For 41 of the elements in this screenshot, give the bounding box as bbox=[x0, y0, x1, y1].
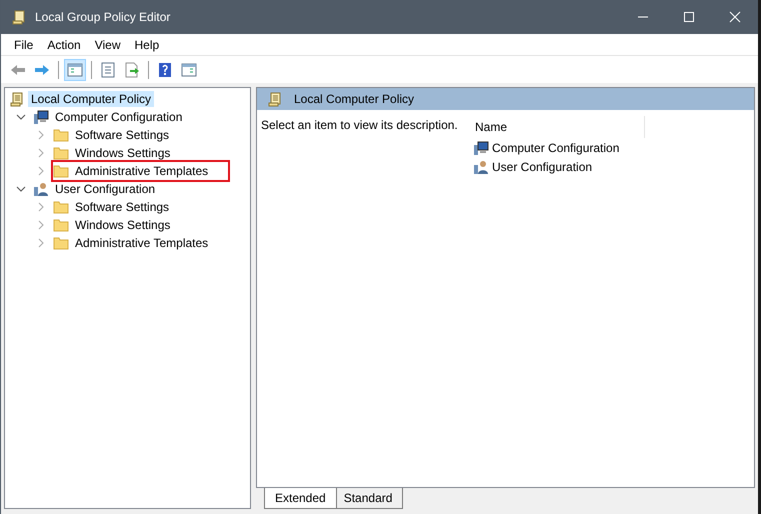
tree-item[interactable]: Administrative Templates bbox=[72, 163, 212, 179]
folder-icon bbox=[53, 145, 69, 161]
action-pane-icon bbox=[181, 62, 197, 78]
tree-item[interactable]: Software Settings bbox=[72, 127, 172, 143]
folder-icon bbox=[53, 163, 69, 179]
properties-icon bbox=[100, 62, 116, 78]
computer-icon bbox=[473, 140, 489, 156]
column-header[interactable]: Name bbox=[469, 116, 645, 138]
tree-pane-icon bbox=[67, 62, 83, 78]
computer-icon bbox=[33, 109, 49, 125]
tree-item[interactable]: Administrative Templates bbox=[72, 235, 212, 251]
user-icon bbox=[473, 158, 489, 174]
help-icon bbox=[157, 62, 173, 78]
tab[interactable]: Extended bbox=[264, 488, 337, 509]
description-text: Select an item to view its description. bbox=[260, 117, 459, 134]
tree-item[interactable]: Software Settings bbox=[72, 199, 172, 215]
menu-item[interactable]: View bbox=[88, 36, 128, 54]
menu-item[interactable]: Action bbox=[40, 36, 88, 54]
menu-item[interactable]: File bbox=[7, 36, 40, 54]
show-tree-button[interactable] bbox=[64, 58, 86, 80]
window-title: Local Group Policy Editor bbox=[35, 9, 170, 26]
scroll-icon bbox=[11, 9, 27, 25]
tree-item[interactable]: Windows Settings bbox=[72, 217, 174, 233]
scroll-icon bbox=[9, 91, 25, 107]
menu-item[interactable]: Help bbox=[128, 36, 166, 54]
tree-item[interactable]: Local Computer Policy bbox=[28, 91, 154, 107]
tree-item[interactable]: User Configuration bbox=[52, 181, 158, 197]
user-icon bbox=[33, 181, 49, 197]
folder-icon bbox=[53, 217, 69, 233]
tree-item[interactable]: Computer Configuration bbox=[52, 109, 186, 125]
export-icon bbox=[124, 62, 140, 78]
header-title: Local Computer Policy bbox=[294, 91, 414, 108]
close-icon bbox=[729, 11, 741, 23]
list-item[interactable]: Computer Configuration bbox=[492, 138, 620, 156]
folder-icon bbox=[53, 199, 69, 215]
folder-icon bbox=[53, 127, 69, 143]
folder-icon bbox=[53, 235, 69, 251]
tree-item[interactable]: Windows Settings bbox=[72, 145, 174, 161]
scroll-icon bbox=[267, 91, 283, 107]
maximize-icon bbox=[683, 11, 695, 23]
list-item[interactable]: User Configuration bbox=[492, 158, 592, 176]
